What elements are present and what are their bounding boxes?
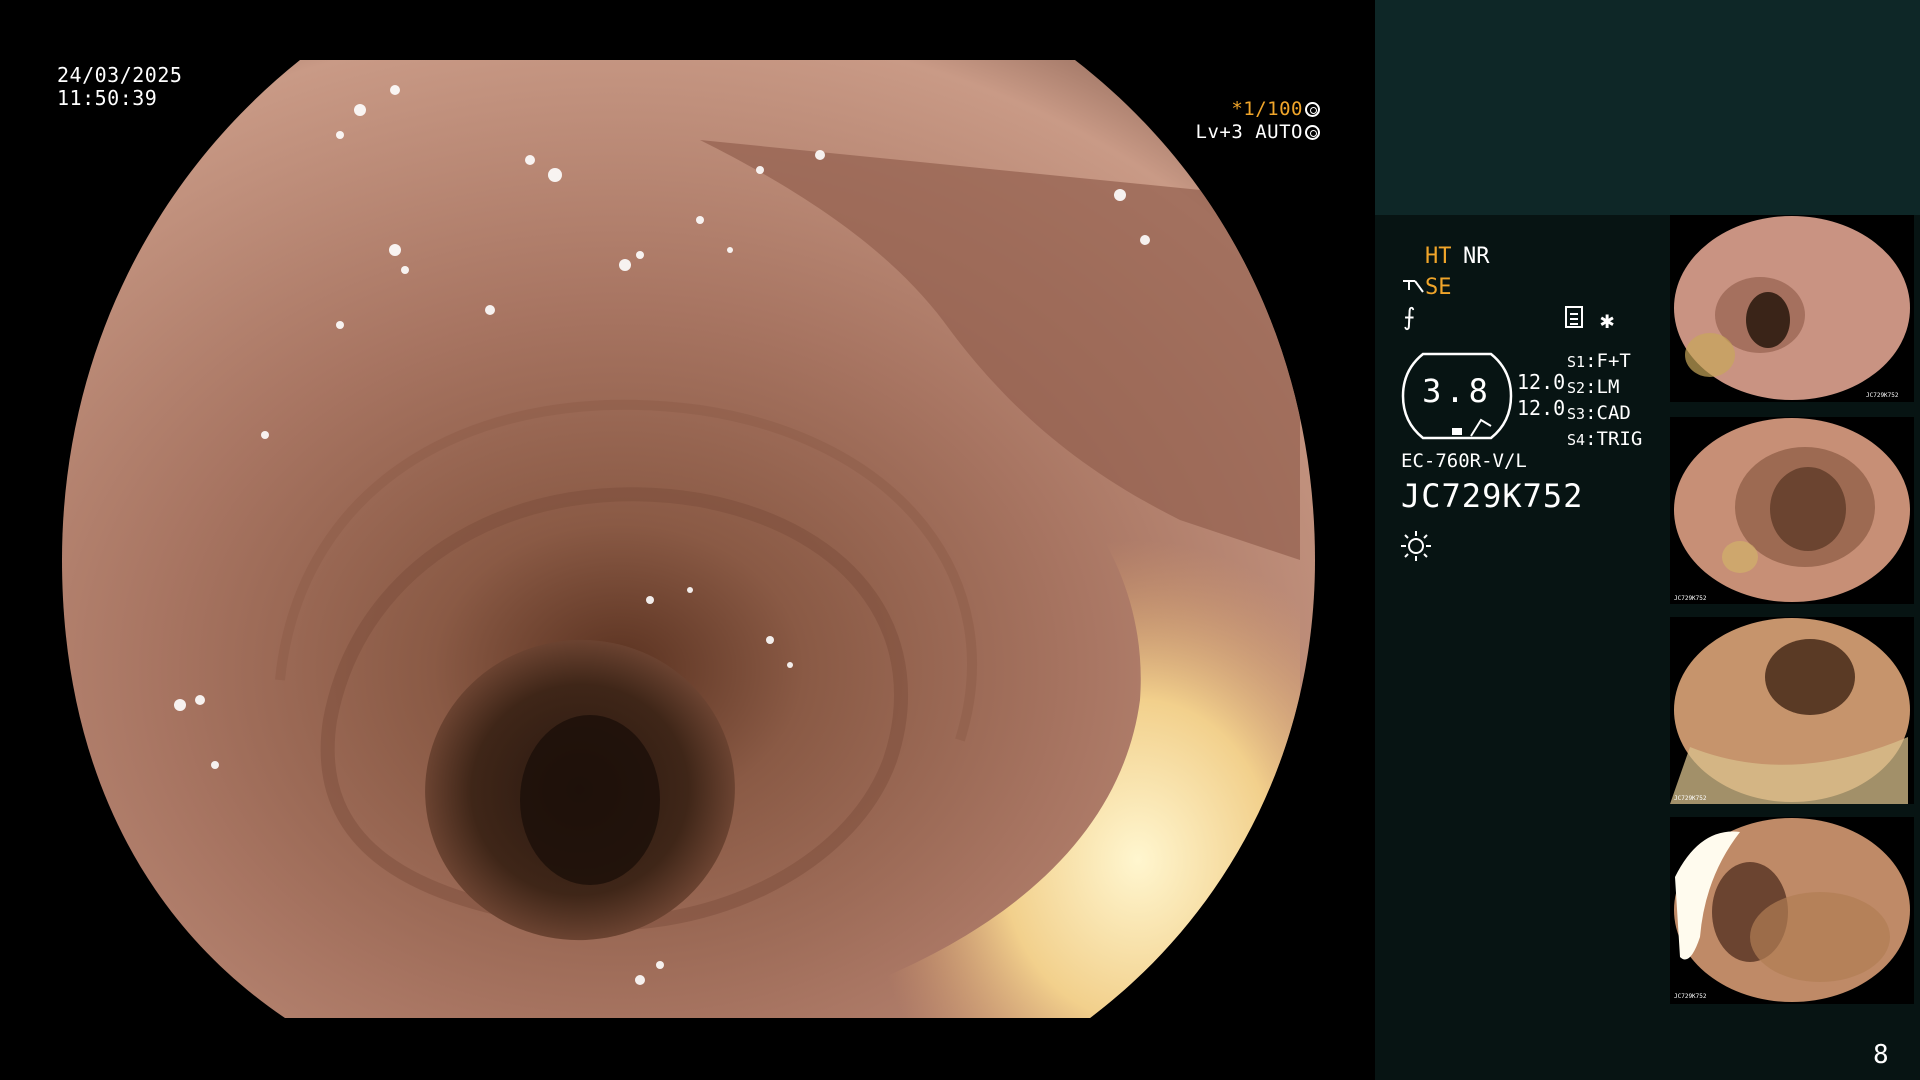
iris-mode-icon (1305, 125, 1320, 140)
star-icon: ✱ (1600, 306, 1615, 334)
date-time-readout: 24/03/2025 11:50:39 (57, 64, 182, 110)
se-indicator: SE (1425, 275, 1452, 300)
thumbnail-label: JC729K752 (1674, 795, 1707, 802)
nr-indicator: NR (1463, 244, 1490, 269)
gauge-value: 3.8 (1422, 372, 1492, 410)
thumbnail-image (1674, 818, 1910, 1002)
ht-indicator: HT (1425, 244, 1452, 269)
switch-value: F+T (1596, 350, 1631, 372)
scope-switch-list: S1:F+T S2:LM S3:CAD S4:TRIG (1567, 349, 1642, 453)
thumbnail-label: JC729K752 (1674, 993, 1707, 1000)
exposure-readout: *1/100 Lv+3 AUTO (1150, 98, 1320, 144)
shutter-mode-icon (1305, 102, 1320, 117)
endoscope-view: 24/03/2025 11:50:39 *1/100 Lv+3 AUTO (0, 0, 1375, 1080)
shutter-value: 1/100 (1243, 98, 1303, 120)
info-panel: HT NR SE ⨍ ✱ 3.8 12.0 12.0 S1:F+T S2:LM … (1375, 0, 1920, 1080)
captured-thumbnail[interactable]: JC729K752 (1670, 817, 1914, 1004)
gauge-lower-value: 12.0 (1517, 396, 1566, 420)
thumbnail-label: JC729K752 (1674, 595, 1707, 602)
switch-row: S4:TRIG (1567, 428, 1643, 450)
switch-key: S3 (1567, 405, 1586, 423)
f-symbol-icon: ⨍ (1403, 303, 1416, 331)
switch-key: S4 (1567, 431, 1586, 449)
thumbnail-label: JC729K752 (1866, 392, 1899, 399)
shutter-mark: * (1231, 98, 1244, 120)
captured-thumbnail[interactable]: JC729K752 (1670, 417, 1914, 604)
scope-serial: JC729K752 (1401, 477, 1584, 515)
gauge-upper-value: 12.0 (1517, 370, 1566, 394)
switch-value: TRIG (1596, 428, 1643, 450)
page-number: 8 (1873, 1040, 1889, 1070)
switch-row: S3:CAD (1567, 402, 1631, 424)
scope-model: EC-760R-V/L (1401, 450, 1527, 472)
date-text: 24/03/2025 (57, 63, 183, 87)
thumbnail-image (1670, 618, 1910, 804)
se-row: SE (1401, 275, 1452, 301)
switch-row: S1:F+T (1567, 350, 1631, 372)
light-source-icon (1401, 531, 1431, 561)
switch-key: S2 (1567, 379, 1586, 397)
captured-thumbnail[interactable]: JC729K752 (1670, 215, 1914, 402)
scissor-hose-icon (1403, 280, 1424, 293)
iris-mode-label: Lv+3 AUTO (1195, 121, 1303, 143)
thumbnail-image (1674, 418, 1910, 602)
switch-key: S1 (1567, 353, 1586, 371)
switch-row: S2:LM (1567, 376, 1620, 398)
switch-value: LM (1596, 376, 1620, 398)
endoscopic-image (62, 60, 1315, 1018)
captured-thumbnail[interactable]: JC729K752 (1670, 617, 1914, 804)
time-text: 11:50:39 (57, 86, 158, 110)
thumbnail-image (1674, 216, 1910, 400)
panel-header-area (1375, 0, 1920, 215)
list-settings-icon (1565, 306, 1583, 328)
switch-value: CAD (1596, 402, 1631, 424)
